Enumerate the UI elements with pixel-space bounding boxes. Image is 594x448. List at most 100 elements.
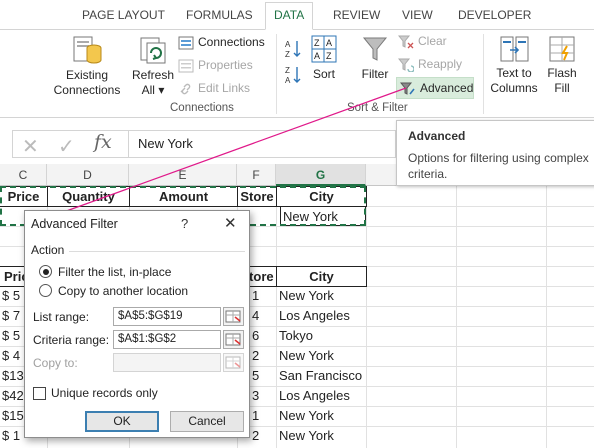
help-button[interactable]: ? — [181, 216, 188, 231]
filter-in-place-radio[interactable] — [39, 265, 52, 278]
cell-store[interactable]: 6 — [252, 326, 274, 346]
ok-button[interactable]: OK — [85, 411, 159, 432]
tooltip-body: Options for filtering using complex crit… — [408, 151, 589, 181]
cell-store[interactable]: 2 — [252, 346, 274, 366]
column-header-d[interactable]: D — [47, 164, 129, 186]
cell-city[interactable]: New York — [279, 286, 365, 306]
close-icon[interactable]: ✕ — [224, 214, 237, 232]
copy-to-location-radio[interactable] — [39, 284, 52, 297]
tab-view[interactable]: VIEW — [402, 5, 433, 25]
column-header-f[interactable]: F — [237, 164, 276, 186]
svg-text:A: A — [326, 38, 332, 48]
column-header-e[interactable]: E — [129, 164, 237, 186]
group-label-sort-filter: Sort & Filter — [347, 102, 408, 114]
svg-text:A: A — [285, 40, 291, 49]
group-separator-2 — [483, 34, 484, 114]
text-to-columns-label-1: Text to — [496, 66, 532, 80]
text-to-columns-icon — [500, 36, 529, 62]
refresh-all-label-2: All ▾ — [130, 83, 176, 98]
edit-links-button[interactable]: Edit Links — [178, 78, 250, 98]
connections-button[interactable]: Connections — [178, 32, 265, 52]
cell-store[interactable]: 2 — [252, 426, 274, 446]
svg-text:Z: Z — [314, 38, 320, 48]
svg-text:Z: Z — [285, 50, 290, 59]
sort-a-to-z-icon[interactable]: A Z — [284, 38, 302, 60]
group-label-connections: Connections — [170, 102, 234, 114]
column-header-g[interactable]: G — [276, 164, 366, 186]
reapply-label: Reapply — [418, 57, 463, 71]
refresh-all-label-2-text: All — [141, 83, 155, 97]
refresh-dropdown-caret: ▾ — [158, 83, 165, 97]
criteria-range-collapse-button[interactable] — [223, 330, 244, 349]
cell-city[interactable]: San Francisco — [279, 366, 365, 386]
connections-icon — [178, 36, 194, 50]
cell-city[interactable]: New York — [279, 406, 365, 426]
cell-city[interactable]: New York — [279, 426, 365, 446]
flash-fill-label-1: Flash — [547, 66, 577, 80]
cell-store[interactable]: 3 — [252, 386, 274, 406]
list-range-label: List range: — [33, 310, 90, 324]
list-range-field[interactable]: $A$5:$G$19 — [113, 307, 221, 326]
sort-icon: Z A A Z — [311, 35, 337, 63]
unique-records-label[interactable]: Unique records only — [51, 386, 158, 400]
insert-function-icon[interactable]: fx — [94, 131, 112, 153]
filter-label: Filter — [361, 67, 389, 81]
clear-label: Clear — [418, 34, 447, 48]
existing-connections-label-2: Connections — [53, 83, 121, 97]
existing-connections-icon — [73, 36, 102, 64]
reapply-icon — [398, 58, 414, 72]
sort-label: Sort — [312, 67, 335, 81]
cell-store[interactable]: 5 — [252, 366, 274, 386]
cell-city[interactable]: New York — [279, 346, 365, 366]
advanced-button[interactable]: Advanced — [400, 78, 473, 98]
existing-connections-button[interactable]: Existing Connections — [50, 34, 124, 98]
formula-input[interactable]: New York — [138, 136, 193, 151]
cell-store[interactable]: 4 — [252, 306, 274, 326]
refresh-all-button[interactable]: Refresh All ▾ — [130, 34, 176, 98]
tab-page-layout[interactable]: PAGE LAYOUT — [82, 5, 165, 25]
sort-z-to-a-icon[interactable]: Z A — [284, 64, 302, 86]
cell-city[interactable]: Tokyo — [279, 326, 365, 346]
properties-button[interactable]: Properties — [178, 55, 253, 75]
formula-bar: ✕ ✓ fx New York — [0, 126, 396, 162]
flash-fill-button[interactable]: Flash Fill — [542, 34, 582, 96]
column-header-c[interactable]: C — [0, 164, 47, 186]
tab-developer[interactable]: DEVELOPER — [458, 5, 531, 25]
list-range-collapse-button[interactable] — [223, 307, 244, 326]
cell-city[interactable]: Los Angeles — [279, 306, 365, 326]
criteria-range-field[interactable]: $A$1:$G$2 — [113, 330, 221, 349]
text-to-columns-label-2: Columns — [490, 81, 538, 95]
reapply-button[interactable]: Reapply — [398, 54, 462, 74]
criteria-range-label: Criteria range: — [33, 333, 110, 347]
clear-filter-icon — [398, 35, 414, 49]
cancel-entry-icon[interactable]: ✕ — [22, 134, 39, 159]
range-selector-icon — [225, 310, 241, 323]
sort-button[interactable]: Z A A Z Sort — [307, 34, 341, 82]
range-selector-icon — [225, 356, 241, 369]
clear-button[interactable]: Clear — [398, 31, 447, 51]
tab-formulas[interactable]: FORMULAS — [186, 5, 253, 25]
advanced-filter-dialog: Advanced Filter ? ✕ Action Filter the li… — [24, 210, 250, 438]
filter-in-place-label[interactable]: Filter the list, in-place — [58, 265, 171, 279]
filter-button[interactable]: Filter — [356, 34, 394, 82]
confirm-entry-icon[interactable]: ✓ — [58, 134, 75, 159]
properties-icon — [178, 59, 194, 73]
refresh-all-label-1: Refresh — [131, 68, 175, 82]
svg-text:Z: Z — [285, 66, 290, 75]
cell-store[interactable]: 1 — [252, 406, 274, 426]
copy-to-label: Copy to: — [33, 356, 78, 370]
svg-text:A: A — [285, 76, 291, 85]
unique-records-checkbox[interactable] — [33, 387, 46, 400]
copy-to-location-label[interactable]: Copy to another location — [58, 284, 188, 298]
copy-to-field[interactable] — [113, 353, 221, 372]
tab-review[interactable]: REVIEW — [333, 5, 380, 25]
tooltip-title: Advanced — [408, 129, 466, 143]
cancel-button[interactable]: Cancel — [170, 411, 244, 432]
list-header-city[interactable]: City — [276, 266, 367, 287]
tab-data[interactable]: DATA — [265, 2, 314, 30]
properties-label: Properties — [198, 58, 253, 72]
copy-to-collapse-button[interactable] — [223, 353, 244, 372]
text-to-columns-button[interactable]: Text to Columns — [488, 34, 540, 96]
cell-store[interactable]: 1 — [252, 286, 274, 306]
cell-city[interactable]: Los Angeles — [279, 386, 365, 406]
